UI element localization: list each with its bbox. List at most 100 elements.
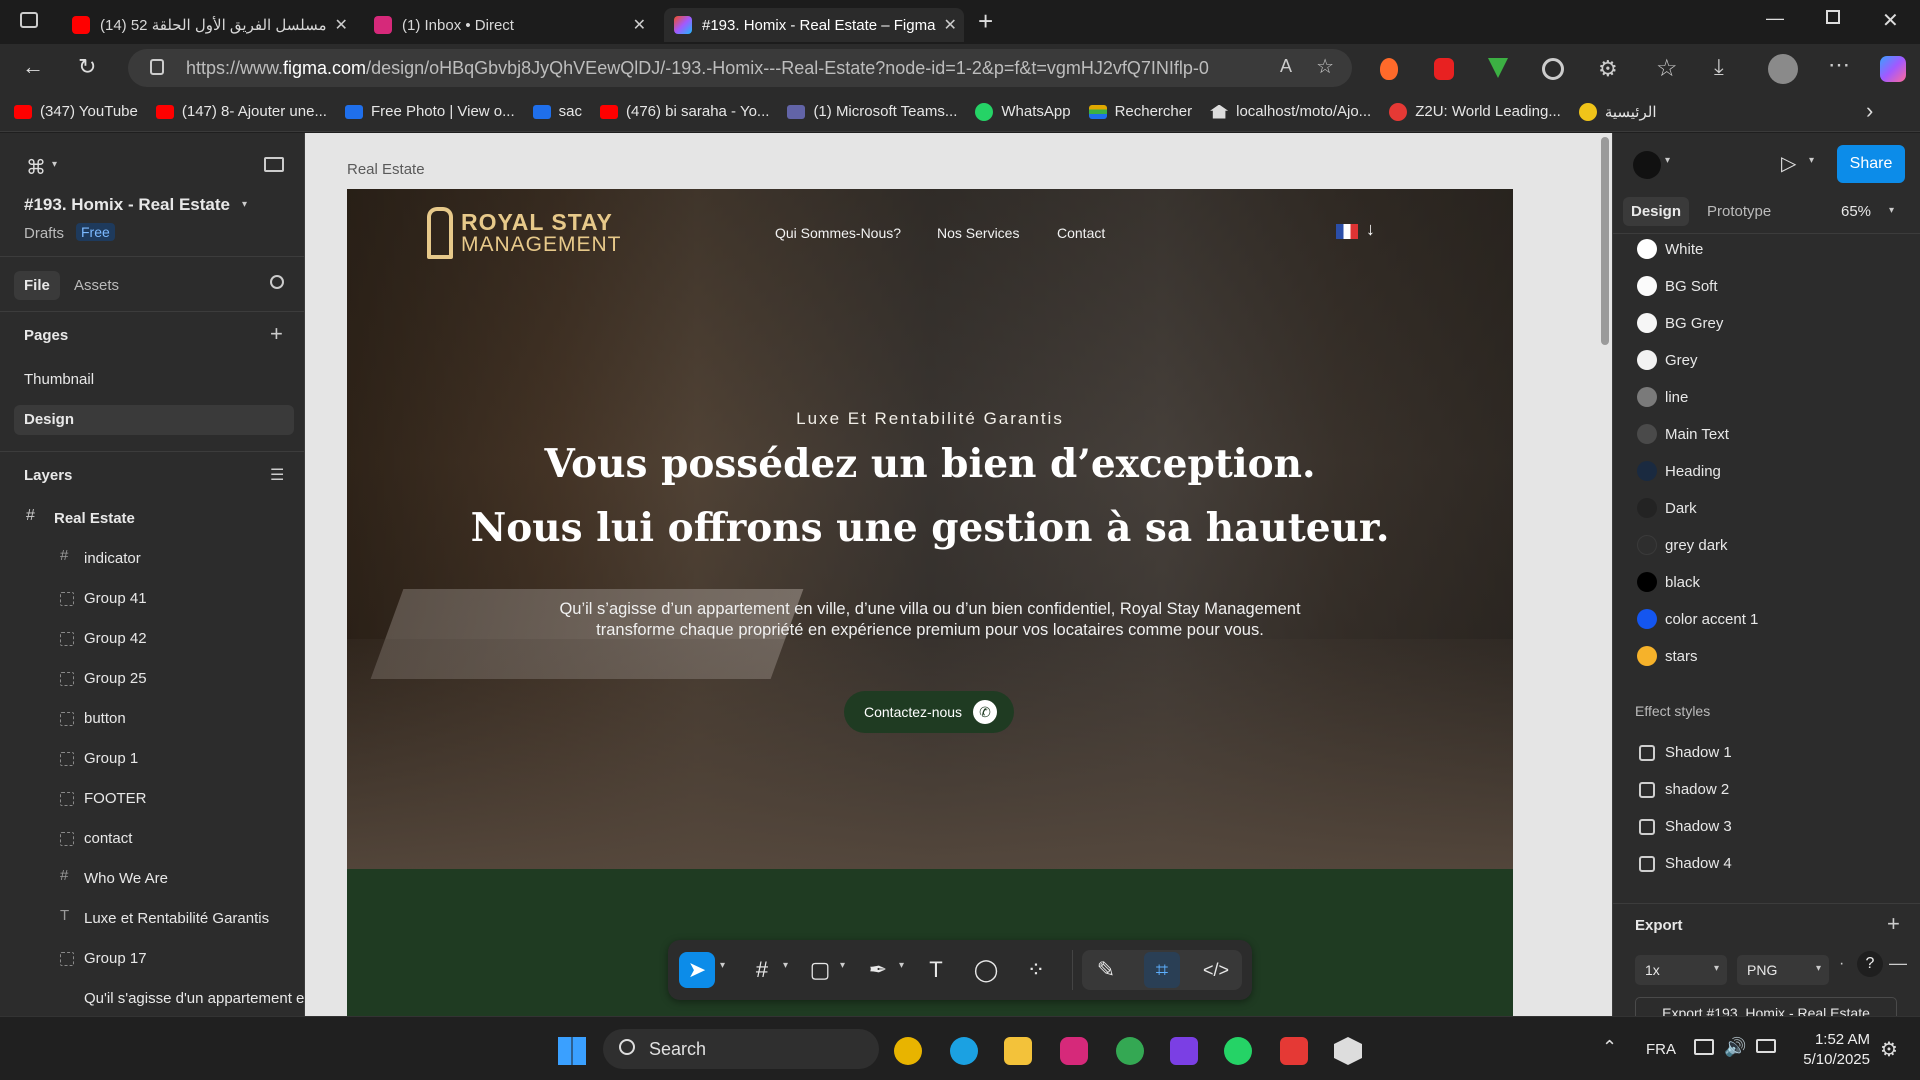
export-format-select[interactable]: PNG ▾	[1737, 955, 1829, 985]
bookmark-youtube[interactable]: (347) YouTube	[14, 103, 138, 120]
favorites-icon[interactable]: ☆	[1656, 54, 1678, 83]
network-icon[interactable]	[1694, 1039, 1714, 1055]
close-window-icon[interactable]: ✕	[1882, 8, 1899, 33]
add-export-icon[interactable]: +	[1887, 911, 1900, 937]
contact-cta-button[interactable]: Contactez-nous ✆	[844, 691, 1014, 733]
figma-menu-icon[interactable]: ⌘	[26, 155, 46, 180]
app-red-icon[interactable]	[1280, 1037, 1308, 1065]
windows-start-icon[interactable]	[558, 1037, 586, 1065]
avatar[interactable]	[1768, 54, 1798, 84]
restore-icon[interactable]	[1826, 10, 1840, 24]
remove-export-icon[interactable]: —	[1889, 953, 1907, 974]
layer-item[interactable]: # indicator	[60, 547, 141, 567]
chevron-down-icon[interactable]: ▾	[783, 960, 788, 971]
color-style-name[interactable]: line	[1665, 389, 1688, 406]
layer-item[interactable]: button	[60, 710, 126, 727]
url-field[interactable]: https://www. figma.com/design/oHBqGbvbj8J…	[128, 49, 1352, 87]
chevron-down-icon[interactable]: ▾	[52, 159, 57, 170]
export-scale-select[interactable]: 1x ▾	[1635, 955, 1727, 985]
zoom-level[interactable]: 65%	[1841, 203, 1871, 220]
extensions-icon[interactable]: ⚙	[1598, 56, 1618, 82]
draw-mode-icon[interactable]: ✎	[1088, 952, 1124, 988]
avatar[interactable]	[1633, 151, 1661, 179]
layer-item[interactable]: # Who We Are	[60, 867, 168, 887]
tab-figma[interactable]: #193. Homix - Real Estate – Figma ✕	[664, 8, 964, 42]
nav-link-services[interactable]: Nos Services	[937, 225, 1019, 241]
bookmark-sac[interactable]: sac	[532, 103, 582, 120]
arrow-down-icon[interactable]: ↓	[1366, 219, 1375, 240]
chevron-right-icon[interactable]: ›	[1866, 98, 1873, 124]
back-icon[interactable]: ←	[22, 54, 44, 80]
favorite-star-icon[interactable]: ☆	[1316, 54, 1334, 79]
canvas-scrollbar[interactable]	[1601, 137, 1609, 345]
volume-icon[interactable]: 🔊	[1724, 1037, 1746, 1058]
clock-date[interactable]: 5/10/2025	[1796, 1051, 1870, 1068]
chrome-profile-icon[interactable]	[1116, 1037, 1144, 1065]
layer-item[interactable]: Group 25	[60, 670, 147, 687]
export-settings-icon[interactable]: ·	[1839, 955, 1844, 973]
file-title[interactable]: #193. Homix - Real Estate	[24, 195, 230, 215]
figma-canvas[interactable]: Real Estate ROYAL STAY MANAGEMENT Qui So…	[305, 133, 1612, 1016]
bookmark-whatsapp[interactable]: WhatsApp	[975, 102, 1071, 121]
language-indicator[interactable]: FRA	[1646, 1041, 1676, 1058]
bookmark-teams[interactable]: (1) Microsoft Teams...	[787, 103, 957, 120]
new-tab-button[interactable]: +	[978, 6, 993, 37]
whatsapp-icon[interactable]	[1224, 1037, 1252, 1065]
move-tool-icon[interactable]: ➤	[679, 952, 715, 988]
share-button[interactable]: Share	[1837, 145, 1905, 183]
chevron-down-icon[interactable]: ▾	[899, 960, 904, 971]
nav-link-about[interactable]: Qui Sommes-Nous?	[775, 225, 901, 241]
nav-link-contact[interactable]: Contact	[1057, 225, 1105, 241]
tab-prototype[interactable]: Prototype	[1707, 203, 1771, 220]
chevron-down-icon[interactable]: ▾	[1889, 205, 1894, 216]
clock-time[interactable]: 1:52 AM	[1806, 1031, 1870, 1048]
close-icon[interactable]: ✕	[935, 15, 956, 35]
more-options-icon[interactable]: ⋯	[1828, 52, 1850, 78]
extension-fire-icon[interactable]	[1380, 58, 1398, 80]
bookmark-bi-saraha[interactable]: (476) bi saraha - Yo...	[600, 103, 769, 120]
chevron-down-icon[interactable]: ▾	[840, 960, 845, 971]
page-item-design[interactable]: Design	[24, 411, 74, 428]
help-icon[interactable]: ?	[1857, 951, 1883, 977]
components-tool-icon[interactable]: ⁘	[1018, 952, 1054, 988]
taskbar-search[interactable]: Search	[603, 1029, 879, 1069]
bookmark-ajouter[interactable]: (147) 8- Ajouter une...	[155, 103, 327, 120]
chevron-down-icon[interactable]: ▾	[242, 199, 247, 210]
layer-item[interactable]: Group 1	[60, 750, 138, 767]
layer-item[interactable]: Group 17	[60, 950, 147, 967]
french-flag-icon[interactable]	[1336, 224, 1358, 239]
effect-style-name[interactable]: Shadow 3	[1665, 818, 1732, 835]
tab-file[interactable]: File	[14, 271, 60, 300]
bookmark-localhost[interactable]: localhost/moto/Ajo...	[1210, 103, 1371, 120]
frame-label[interactable]: Real Estate	[347, 161, 425, 178]
battery-icon[interactable]	[1756, 1039, 1776, 1053]
color-style-name[interactable]: Grey	[1665, 352, 1698, 369]
bookmark-rechercher[interactable]: Rechercher	[1088, 103, 1192, 120]
bookmark-home-ar[interactable]: الرئيسية	[1578, 102, 1657, 121]
text-tool-icon[interactable]: T	[918, 952, 954, 988]
hero-section[interactable]: ROYAL STAY MANAGEMENT Qui Sommes-Nous? N…	[347, 189, 1513, 869]
layer-item[interactable]: contact	[60, 830, 132, 847]
minimize-icon[interactable]: —	[1766, 8, 1784, 29]
refresh-icon[interactable]: ↻	[78, 54, 96, 80]
layer-item[interactable]: T Luxe et Rentabilité Garantis	[60, 907, 269, 927]
search-icon[interactable]	[270, 275, 284, 289]
extension-target-icon[interactable]	[1542, 58, 1564, 80]
color-style-name[interactable]: stars	[1665, 648, 1698, 665]
frame-tool-icon[interactable]: #	[744, 952, 780, 988]
toggle-sidebar-icon[interactable]	[264, 157, 284, 172]
chevron-down-icon[interactable]: ▾	[720, 960, 725, 971]
effect-style-name[interactable]: Shadow 1	[1665, 744, 1732, 761]
file-explorer-icon[interactable]	[1004, 1037, 1032, 1065]
tab-assets[interactable]: Assets	[74, 277, 119, 294]
instagram-icon[interactable]	[1060, 1037, 1088, 1065]
design-mode-icon[interactable]: ⌗	[1144, 952, 1180, 988]
tab-youtube[interactable]: (14) مسلسل الفريق الأول الحلقة 52 ✕	[62, 8, 352, 42]
read-aloud-icon[interactable]: A	[1280, 56, 1292, 77]
effect-style-name[interactable]: Shadow 4	[1665, 855, 1732, 872]
color-style-name[interactable]: BG Soft	[1665, 278, 1718, 295]
edge-icon[interactable]	[950, 1037, 978, 1065]
color-style-name[interactable]: Dark	[1665, 500, 1697, 517]
layer-root[interactable]: Real Estate	[54, 510, 135, 527]
downloads-icon[interactable]: ⤓	[1714, 54, 1724, 80]
